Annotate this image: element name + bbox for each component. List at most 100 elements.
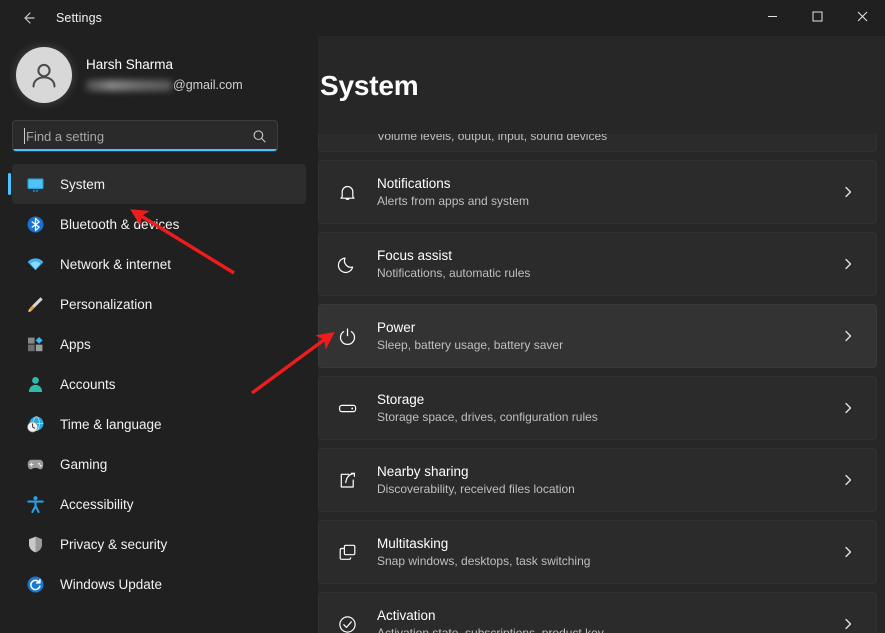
clock-globe-icon [24, 413, 46, 435]
sidebar-item-privacy-security[interactable]: Privacy & security [12, 524, 306, 564]
share-icon [337, 470, 367, 491]
sidebar-nav: System Bluetooth & devices Network & int… [0, 160, 318, 604]
sidebar-item-network-internet[interactable]: Network & internet [12, 244, 306, 284]
search-input[interactable]: Find a setting [12, 120, 278, 152]
maximize-button[interactable] [795, 0, 840, 36]
sidebar-item-windows-update[interactable]: Windows Update [12, 564, 306, 604]
chevron-right-icon[interactable] [836, 329, 860, 343]
sidebar-item-accounts[interactable]: Accounts [12, 364, 306, 404]
paintbrush-icon [24, 293, 46, 315]
person-icon [24, 373, 46, 395]
settings-row-storage[interactable]: Storage Storage space, drives, configura… [318, 376, 877, 440]
back-button[interactable] [8, 2, 48, 34]
minimize-icon [767, 9, 778, 27]
page-header: System [318, 36, 885, 134]
sidebar-item-label: Accessibility [60, 496, 134, 512]
chevron-right-icon[interactable] [836, 185, 860, 199]
sidebar-item-label: Accounts [60, 376, 116, 392]
account-name: Harsh Sharma [86, 57, 174, 72]
sidebar-item-label: Network & internet [60, 256, 172, 272]
sidebar-item-label: Privacy & security [60, 536, 168, 552]
settings-row-focus-assist[interactable]: Focus assist Notifications, automatic ru… [318, 232, 877, 296]
sidebar-item-system[interactable]: System [8, 164, 306, 204]
chevron-right-icon[interactable] [836, 473, 860, 487]
row-subtitle: Notifications, automatic rules [377, 266, 531, 280]
bluetooth-icon [24, 213, 46, 235]
account-card[interactable]: Harsh Sharma @gmail.com [0, 36, 318, 114]
maximize-icon [812, 9, 823, 27]
check-circle-icon [337, 614, 367, 633]
settings-row-notifications[interactable]: Notifications Alerts from apps and syste… [318, 160, 877, 224]
settings-row-multitasking[interactable]: Multitasking Snap windows, desktops, tas… [318, 520, 877, 584]
row-text: Activation Activation state, subscriptio… [377, 606, 836, 633]
sidebar-item-accessibility[interactable]: Accessibility [12, 484, 306, 524]
account-email: @gmail.com [86, 76, 243, 94]
row-text: Nearby sharing Discoverability, received… [377, 462, 836, 498]
app-title: Settings [56, 11, 102, 25]
sidebar-item-bluetooth-devices[interactable]: Bluetooth & devices [12, 204, 306, 244]
row-subtitle: Sleep, battery usage, battery saver [377, 338, 564, 352]
close-button[interactable] [840, 0, 885, 36]
chevron-right-icon[interactable] [836, 545, 860, 559]
bell-icon [337, 182, 367, 203]
chevron-right-icon[interactable] [836, 257, 860, 271]
sidebar-item-label: Apps [60, 336, 91, 352]
sidebar-item-personalization[interactable]: Personalization [12, 284, 306, 324]
chevron-right-icon[interactable] [836, 401, 860, 415]
avatar [16, 47, 72, 103]
redacted-email-username [86, 79, 172, 91]
page-title: System [320, 70, 419, 101]
search-area: Find a setting [0, 114, 318, 160]
email-domain: @gmail.com [173, 78, 243, 92]
minimize-button[interactable] [750, 0, 795, 36]
monitor-icon [24, 173, 46, 195]
row-title: Notifications [377, 176, 451, 191]
chevron-right-icon[interactable] [836, 617, 860, 631]
window-body: Harsh Sharma @gmail.com Find a setting S… [0, 36, 885, 633]
row-text: Storage Storage space, drives, configura… [377, 390, 836, 426]
row-subtitle: Discoverability, received files location [377, 482, 575, 496]
sidebar-item-apps[interactable]: Apps [12, 324, 306, 364]
search-placeholder: Find a setting [26, 128, 105, 144]
text-caret [24, 128, 25, 144]
row-text: Multitasking Snap windows, desktops, tas… [377, 534, 836, 570]
close-icon [857, 9, 868, 27]
account-text: Harsh Sharma @gmail.com [86, 56, 243, 94]
sidebar-item-label: Time & language [60, 416, 162, 432]
moon-icon [337, 254, 367, 275]
title-bar: Settings [0, 0, 885, 36]
settings-row-power[interactable]: Power Sleep, battery usage, battery save… [318, 304, 877, 368]
back-arrow-icon [20, 10, 36, 26]
sidebar-item-label: Personalization [60, 296, 153, 312]
sidebar-item-gaming[interactable]: Gaming [12, 444, 306, 484]
row-subtitle: Storage space, drives, configuration rul… [377, 410, 598, 424]
search-icon[interactable] [252, 129, 267, 144]
gamepad-icon [24, 453, 46, 475]
windows-stack-icon [337, 542, 367, 563]
sidebar-item-label: Windows Update [60, 576, 163, 592]
row-subtitle: Snap windows, desktops, task switching [377, 554, 591, 568]
settings-window: Settings Harsh Sharma @gmail.com Find a … [0, 0, 885, 633]
shield-icon [24, 533, 46, 555]
sidebar-item-label: Gaming [60, 456, 108, 472]
row-subtitle: Alerts from apps and system [377, 194, 530, 208]
sidebar-item-label: System [60, 176, 106, 192]
update-refresh-icon [24, 573, 46, 595]
row-title: Focus assist [377, 248, 453, 263]
settings-row-activation[interactable]: Activation Activation state, subscriptio… [318, 592, 877, 633]
row-text: Power Sleep, battery usage, battery save… [377, 318, 836, 354]
settings-row-nearby-sharing[interactable]: Nearby sharing Discoverability, received… [318, 448, 877, 512]
sidebar-item-time-language[interactable]: Time & language [12, 404, 306, 444]
sidebar: Harsh Sharma @gmail.com Find a setting S… [0, 36, 318, 633]
wifi-icon [24, 253, 46, 275]
power-icon [337, 326, 367, 347]
row-title: Multitasking [377, 536, 449, 551]
sidebar-item-label: Bluetooth & devices [60, 216, 180, 232]
drive-icon [337, 398, 367, 419]
apps-grid-icon [24, 333, 46, 355]
row-title: Nearby sharing [377, 464, 469, 479]
window-controls [750, 0, 885, 36]
accessibility-icon [24, 493, 46, 515]
row-title: Storage [377, 392, 425, 407]
row-title: Power [377, 320, 416, 335]
